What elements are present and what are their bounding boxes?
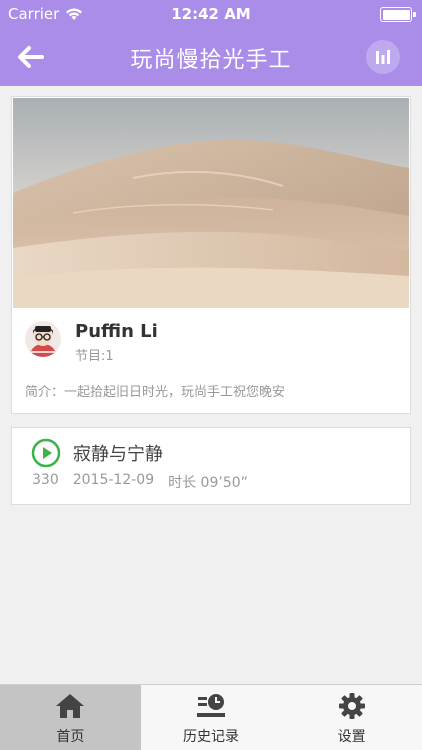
tab-history-label: 历史记录 [183, 729, 239, 745]
author-row: Puffin Li 节目:1 [25, 321, 395, 365]
episode-title: 寂静与宁静 [73, 444, 163, 465]
episode-date: 2015-12-09 [72, 472, 155, 488]
equalizer-icon [376, 50, 390, 64]
tab-history[interactable]: 历史记录 [141, 685, 282, 750]
status-bar: Carrier 12:42 AM [0, 0, 422, 28]
history-icon [197, 694, 225, 717]
episode-duration: 时长 09’50” [168, 475, 248, 491]
playing-button[interactable] [366, 40, 400, 74]
gear-icon [338, 693, 365, 719]
play-count: 330 [32, 472, 59, 488]
album-cover-image [13, 98, 409, 308]
episode-count: 节目:1 [75, 349, 114, 364]
episode-list-item[interactable]: 寂静与宁静 330 2015-12-09 时长 09’50” [11, 427, 411, 505]
play-icon[interactable] [31, 438, 61, 468]
tab-home[interactable]: 首页 [0, 685, 141, 750]
tab-bar: 首页 历史记录 设置 [0, 684, 422, 750]
author-avatar [25, 321, 61, 357]
page-title: 玩尚慢拾光手工 [130, 48, 292, 73]
album-intro: 简介：一起拾起旧日时光，玩尚手工祝您晚安 [25, 385, 286, 400]
battery-icon [380, 7, 416, 22]
main-content: Puffin Li 节目:1 简介：一起拾起旧日时光，玩尚手工祝您晚安 寂静与宁… [0, 86, 422, 684]
home-icon [56, 694, 85, 718]
tab-settings[interactable]: 设置 [281, 685, 422, 750]
episode-meta: 330 2015-12-09 时长 09’50” [32, 472, 248, 492]
tab-settings-label: 设置 [337, 729, 366, 745]
author-name[interactable]: Puffin Li [75, 321, 158, 342]
nav-bar: 玩尚慢拾光手工 [0, 28, 422, 86]
status-time: 12:42 AM [171, 5, 251, 23]
tab-home-label: 首页 [56, 729, 85, 745]
album-card: Puffin Li 节目:1 简介：一起拾起旧日时光，玩尚手工祝您晚安 [11, 96, 411, 414]
